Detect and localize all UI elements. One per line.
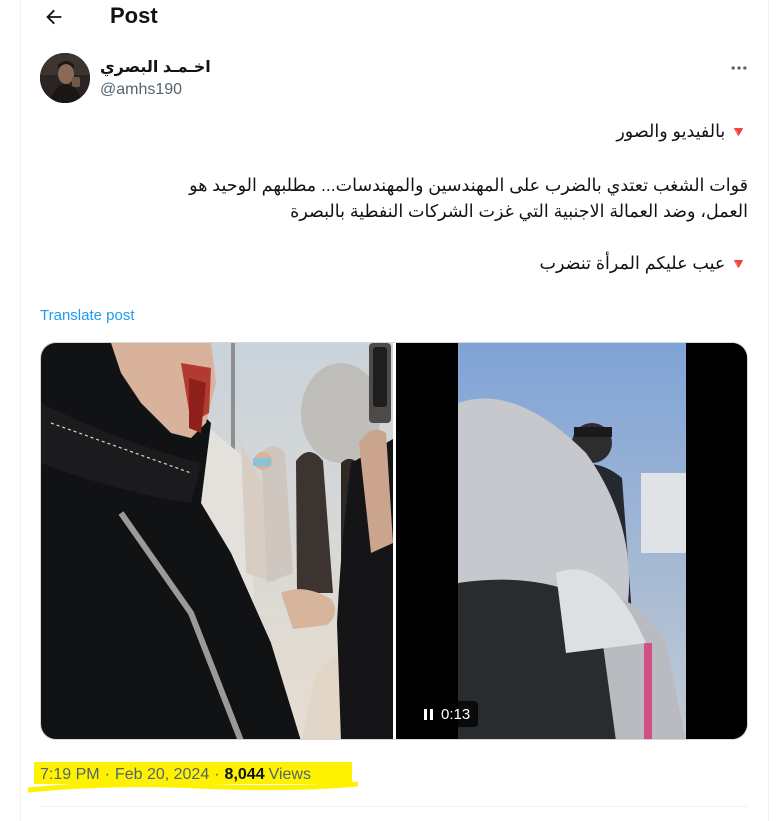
video-duration-badge[interactable]: 0:13: [416, 701, 479, 727]
page-header: Post: [21, 0, 768, 34]
column-left-border: [20, 0, 21, 821]
arrow-left-icon: [46, 9, 62, 25]
post-media: 0:13: [40, 342, 748, 740]
post-timestamp-row: 7:19 PM · Feb 20, 2024 · 8,044 Views: [40, 764, 311, 786]
post-line-3: عيب عليكم المرأة تنضرب: [539, 253, 726, 273]
red-triangle-icon: 🔻: [729, 124, 748, 141]
media-video[interactable]: 0:13: [396, 343, 747, 739]
post-line-2a: قوات الشغب تعتدي بالضرب على المهندسين وا…: [189, 175, 748, 195]
divider: [40, 806, 748, 807]
translate-post-link[interactable]: Translate post: [40, 307, 135, 324]
post-text: 🔻بالفيديو والصور قوات الشغب تعتدي بالضرب…: [40, 118, 748, 278]
post-line-1: بالفيديو والصور: [616, 121, 726, 141]
video-thumbnail: [396, 343, 747, 739]
post-time[interactable]: 7:19 PM: [40, 766, 100, 784]
post-line-heading: 🔻بالفيديو والصور: [40, 118, 748, 146]
avatar-photo: [40, 53, 90, 103]
more-horizontal-icon: [731, 66, 747, 70]
post-line-closing: 🔻عيب عليكم المرأة تنضرب: [40, 250, 748, 278]
views-count[interactable]: 8,044: [225, 766, 265, 784]
author-handle[interactable]: @amhs190: [100, 81, 182, 99]
page-title: Post: [110, 3, 158, 28]
post-line-2b: العمل، وضد العمالة الاجنبية التي غزت الش…: [290, 201, 748, 221]
pause-icon: [424, 708, 433, 720]
post-date[interactable]: Feb 20, 2024: [115, 766, 209, 784]
separator-dot: ·: [104, 766, 110, 783]
column-right-border: [768, 0, 769, 821]
separator-dot: ·: [214, 766, 220, 783]
more-options-button[interactable]: [728, 57, 750, 79]
video-duration: 0:13: [441, 705, 471, 723]
photo-image: [41, 343, 393, 739]
back-button[interactable]: [41, 4, 67, 30]
avatar[interactable]: [40, 53, 90, 103]
post-author: اخـمـد البصري @amhs190: [40, 53, 750, 105]
views-label: Views: [268, 766, 311, 783]
red-triangle-icon: 🔻: [729, 256, 748, 273]
author-display-name[interactable]: اخـمـد البصري: [100, 57, 211, 77]
media-photo[interactable]: [41, 343, 393, 739]
